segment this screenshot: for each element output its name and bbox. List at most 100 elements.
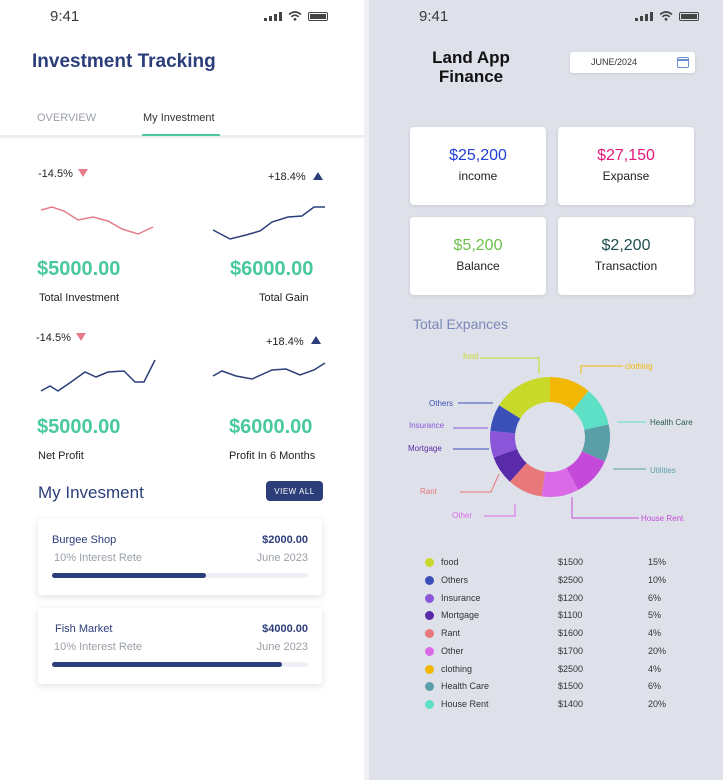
legend-row: clothing $2500 4% [425, 663, 675, 677]
stat-value: $27,150 [597, 147, 655, 164]
investment-date: June 2023 [256, 552, 308, 564]
stat-card-balance[interactable]: $5,200 Balance [410, 217, 546, 295]
legend-color-dot [425, 611, 434, 620]
legend-amount: $1500 [558, 557, 584, 567]
battery-icon [308, 11, 328, 21]
sparkline-chart [212, 362, 326, 380]
legend-color-dot [425, 629, 434, 638]
legend-row: Insurance $1200 6% [425, 592, 675, 606]
legend-name: Others [441, 575, 469, 585]
chart-label-insurance: Insurance [409, 421, 445, 430]
stat-card-transaction[interactable]: $2,200 Transaction [558, 217, 694, 295]
stat-label: income [458, 169, 498, 183]
wifi-icon [659, 11, 673, 21]
legend-row: Other $1700 20% [425, 645, 675, 659]
status-icons [264, 11, 328, 21]
progress-fill [52, 662, 283, 667]
metric-amount: $5000.00 [37, 416, 121, 438]
expenses-donut-chart: food Others Insurance Mortgage Rant Othe… [408, 352, 693, 523]
chart-label-rant: Rant [420, 487, 438, 496]
legend-row: Others $2500 10% [425, 574, 675, 588]
legend-percent: 4% [648, 664, 662, 674]
legend-percent: 6% [648, 593, 662, 603]
legend-amount: $1700 [558, 646, 584, 656]
wifi-icon [288, 11, 302, 21]
chart-label-house-rent: House Rent [641, 514, 684, 523]
legend-row: House Rent $1400 20% [425, 698, 675, 712]
signal-icon [264, 11, 282, 21]
page-title: Investment Tracking [32, 51, 216, 72]
metric-change: -14.5% [36, 332, 71, 344]
investment-amount: $2000.00 [262, 534, 308, 546]
legend-percent: 6% [648, 681, 662, 691]
status-icons [635, 11, 699, 21]
stat-value: $2,200 [601, 237, 651, 254]
legend-name: House Rent [441, 699, 489, 709]
donut-segments [490, 377, 610, 497]
investment-date: June 2023 [256, 641, 308, 653]
expenses-title: Total Expances [413, 316, 508, 332]
investment-tracking-screen: 9:41 Investment Tracking OVERVIEW My Inv… [0, 0, 364, 780]
section-title: My Invesment [38, 483, 144, 502]
stat-value: $5,200 [453, 237, 503, 254]
date-picker[interactable]: JUNE/2024 [570, 52, 695, 73]
legend-percent: 20% [648, 699, 667, 709]
legend-color-dot [425, 682, 434, 691]
app-title: Land App Finance [432, 48, 510, 86]
stat-label: Transaction [594, 259, 658, 273]
metric-amount: $6000.00 [230, 258, 314, 280]
investment-amount: $4000.00 [262, 623, 308, 635]
legend-color-dot [425, 700, 434, 709]
tab-overview[interactable]: OVERVIEW [37, 112, 96, 124]
legend-row: Rant $1600 4% [425, 627, 675, 641]
tab-my-investment[interactable]: My Investment [143, 112, 215, 124]
trend-down-icon [78, 169, 88, 177]
sparkline-chart [212, 206, 325, 240]
date-value: JUNE/2024 [591, 57, 638, 67]
investment-rate: 10% Interest Rete [54, 641, 143, 653]
active-tab-indicator [142, 134, 220, 136]
sparkline-chart [40, 206, 154, 235]
legend-percent: 20% [648, 646, 667, 656]
legend-row: food $1500 15% [425, 556, 675, 570]
investment-name: Burgee Shop [52, 534, 117, 546]
legend-name: Health Care [441, 681, 490, 691]
trend-up-icon [311, 336, 321, 344]
tab-bar: OVERVIEW My Investment [0, 100, 364, 138]
investment-card[interactable]: Fish Market $4000.00 10% Interest Rete J… [38, 608, 322, 684]
legend-name: Rant [441, 628, 461, 638]
legend-name: clothing [441, 664, 473, 674]
sparkline-chart [40, 359, 156, 392]
metric-label: Profit In 6 Months [229, 450, 316, 462]
stat-card-expanse[interactable]: $27,150 Expanse [558, 127, 694, 205]
legend-color-dot [425, 594, 434, 603]
status-bar: 9:41 [369, 8, 723, 26]
progress-bar [52, 662, 308, 667]
legend-amount: $1200 [558, 593, 584, 603]
battery-icon [679, 11, 699, 21]
legend-row: Health Care $1500 6% [425, 680, 675, 694]
legend-name: Mortgage [441, 610, 480, 620]
legend-amount: $2500 [558, 664, 584, 674]
metric-change: +18.4% [268, 171, 306, 183]
metric-change: -14.5% [38, 168, 73, 180]
investment-card[interactable]: Burgee Shop $2000.00 10% Interest Rete J… [38, 519, 322, 595]
legend-color-dot [425, 647, 434, 656]
chart-label-other: Other [452, 511, 472, 520]
legend-percent: 4% [648, 628, 662, 638]
signal-icon [635, 11, 653, 21]
view-all-button[interactable]: VIEW ALL [266, 481, 323, 501]
chart-label-others: Others [429, 399, 453, 408]
legend-color-dot [425, 558, 434, 567]
metric-change: +18.4% [266, 336, 304, 348]
stat-label: Balance [456, 259, 500, 273]
investment-name: Fish Market [55, 623, 113, 635]
stat-card-income[interactable]: $25,200 income [410, 127, 546, 205]
calendar-icon[interactable] [677, 57, 689, 68]
trend-up-icon [313, 172, 323, 180]
metric-label: Total Investment [39, 292, 120, 304]
legend-amount: $2500 [558, 575, 584, 585]
legend-amount: $1100 [558, 610, 583, 620]
legend-amount: $1500 [558, 681, 584, 691]
trend-down-icon [76, 333, 86, 341]
